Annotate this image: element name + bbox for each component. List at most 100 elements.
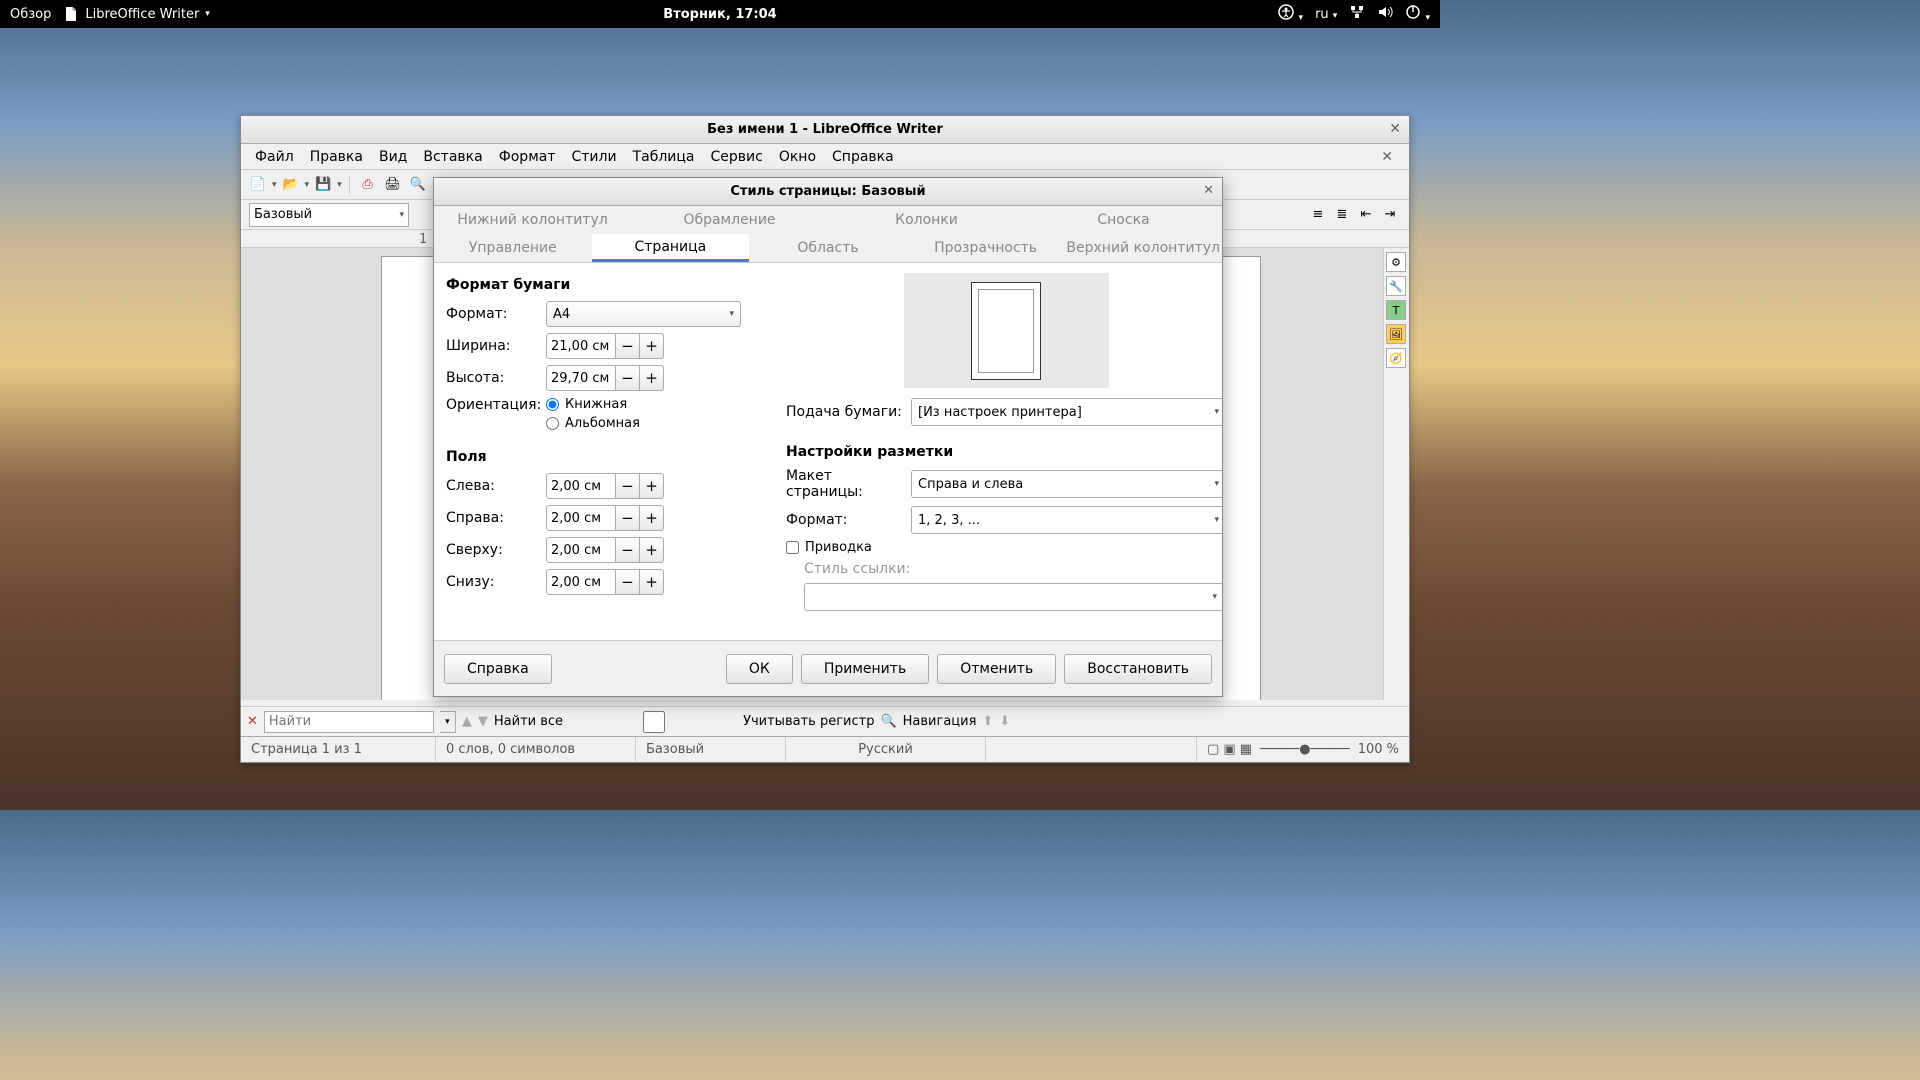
- status-words[interactable]: 0 слов, 0 символов: [436, 737, 636, 762]
- window-close-button[interactable]: ✕: [1389, 121, 1401, 137]
- list-icon[interactable]: ≡: [1307, 204, 1329, 226]
- power-icon[interactable]: ▾: [1405, 4, 1430, 24]
- window-titlebar[interactable]: Без имени 1 - LibreOffice Writer ✕: [241, 116, 1409, 144]
- print-icon[interactable]: 🖨: [382, 174, 404, 196]
- view-layout-icons[interactable]: ▢ ▣ ▦: [1207, 742, 1252, 757]
- landscape-radio[interactable]: Альбомная: [546, 416, 640, 431]
- paper-format-select[interactable]: A4▾: [546, 301, 741, 327]
- tab-transparency[interactable]: Прозрачность: [907, 234, 1065, 262]
- tab-area[interactable]: Область: [749, 234, 907, 262]
- status-style[interactable]: Базовый: [636, 737, 786, 762]
- width-plus[interactable]: +: [640, 333, 664, 359]
- height-plus[interactable]: +: [640, 365, 664, 391]
- tab-border[interactable]: Обрамление: [631, 206, 828, 234]
- volume-icon[interactable]: [1377, 4, 1393, 24]
- height-input[interactable]: [546, 365, 616, 391]
- sidebar-navigator-icon[interactable]: 🧭: [1386, 348, 1406, 368]
- page-layout-select[interactable]: Справа и слева▾: [911, 470, 1222, 498]
- app-menu[interactable]: LibreOffice Writer ▾: [63, 6, 209, 22]
- tab-footnote[interactable]: Сноска: [1025, 206, 1222, 234]
- document-close-button[interactable]: ✕: [1373, 145, 1401, 169]
- save-icon[interactable]: 💾: [312, 174, 334, 196]
- menu-service[interactable]: Сервис: [703, 145, 771, 169]
- margin-top-input[interactable]: [546, 537, 616, 563]
- clock[interactable]: Вторник, 17:04: [663, 7, 776, 22]
- pdf-export-icon[interactable]: ⎙: [357, 174, 379, 196]
- width-input[interactable]: [546, 333, 616, 359]
- status-page[interactable]: Страница 1 из 1: [241, 737, 436, 762]
- find-input[interactable]: [264, 711, 434, 733]
- sidebar-styles-icon[interactable]: T: [1386, 300, 1406, 320]
- tab-columns[interactable]: Колонки: [828, 206, 1025, 234]
- margin-right-plus[interactable]: +: [640, 505, 664, 531]
- nav-up-icon[interactable]: ⬆: [982, 714, 993, 729]
- number-format-select[interactable]: 1, 2, 3, ...▾: [911, 506, 1222, 534]
- cancel-button[interactable]: Отменить: [937, 654, 1056, 684]
- find-next-icon[interactable]: ▼: [478, 714, 488, 729]
- help-button[interactable]: Справка: [444, 654, 552, 684]
- print-preview-icon[interactable]: 🔍: [407, 174, 429, 196]
- apply-button[interactable]: Применить: [801, 654, 929, 684]
- status-lang[interactable]: Русский: [786, 737, 986, 762]
- margin-right-input[interactable]: [546, 505, 616, 531]
- zoom-slider[interactable]: ─────●─────: [1260, 742, 1350, 757]
- network-icon[interactable]: [1349, 4, 1365, 24]
- numbered-list-icon[interactable]: ≣: [1331, 204, 1353, 226]
- margin-left-input[interactable]: [546, 473, 616, 499]
- menu-edit[interactable]: Правка: [302, 145, 371, 169]
- zoom-value[interactable]: 100 %: [1358, 742, 1399, 757]
- open-icon[interactable]: 📂: [280, 174, 302, 196]
- ok-button[interactable]: ОК: [726, 654, 793, 684]
- dialog-tabs: Нижний колонтитул Обрамление Колонки Сно…: [434, 206, 1222, 263]
- find-history-dropdown[interactable]: ▾: [440, 711, 456, 733]
- sidebar-properties-icon[interactable]: 🔧: [1386, 276, 1406, 296]
- width-minus[interactable]: −: [616, 333, 640, 359]
- menu-help[interactable]: Справка: [824, 145, 902, 169]
- keyboard-layout[interactable]: ru ▾: [1315, 7, 1337, 22]
- find-all-button[interactable]: Найти все: [494, 714, 563, 729]
- margin-top-plus[interactable]: +: [640, 537, 664, 563]
- nav-down-icon[interactable]: ⬇: [999, 714, 1010, 729]
- reset-button[interactable]: Восстановить: [1064, 654, 1212, 684]
- margin-top-minus[interactable]: −: [616, 537, 640, 563]
- navigation-label: Навигация: [903, 714, 977, 729]
- register-true-checkbox[interactable]: Приводка: [786, 540, 1222, 555]
- dialog-title: Стиль страницы: Базовый: [730, 184, 925, 199]
- increase-indent-icon[interactable]: ⇥: [1379, 204, 1401, 226]
- accessibility-icon[interactable]: ▾: [1278, 4, 1303, 24]
- find-prev-icon[interactable]: ▲: [462, 714, 472, 729]
- nav-icon[interactable]: 🔍: [880, 714, 896, 729]
- tab-manage[interactable]: Управление: [434, 234, 592, 262]
- menu-view[interactable]: Вид: [371, 145, 415, 169]
- dialog-close-button[interactable]: ✕: [1203, 183, 1214, 198]
- tab-page[interactable]: Страница: [592, 234, 750, 262]
- paragraph-style-select[interactable]: Базовый▾: [249, 203, 409, 227]
- tab-header[interactable]: Верхний колонтитул: [1064, 234, 1222, 262]
- tab-footer[interactable]: Нижний колонтитул: [434, 206, 631, 234]
- new-doc-icon[interactable]: 📄: [247, 174, 269, 196]
- paper-tray-select[interactable]: [Из настроек принтера]▾: [911, 398, 1222, 426]
- menu-styles[interactable]: Стили: [564, 145, 625, 169]
- margin-bottom-input[interactable]: [546, 569, 616, 595]
- margin-right-minus[interactable]: −: [616, 505, 640, 531]
- margin-left-minus[interactable]: −: [616, 473, 640, 499]
- close-findbar-icon[interactable]: ✕: [247, 714, 258, 729]
- height-minus[interactable]: −: [616, 365, 640, 391]
- menu-format[interactable]: Формат: [491, 145, 564, 169]
- margin-left-plus[interactable]: +: [640, 473, 664, 499]
- sidebar-gallery-icon[interactable]: 🖼: [1386, 324, 1406, 344]
- activities-button[interactable]: Обзор: [10, 7, 51, 22]
- margin-bottom-plus[interactable]: +: [640, 569, 664, 595]
- match-case-checkbox[interactable]: Учитывать регистр: [569, 711, 874, 733]
- menu-table[interactable]: Таблица: [625, 145, 703, 169]
- menu-insert[interactable]: Вставка: [415, 145, 490, 169]
- menu-file[interactable]: Файл: [247, 145, 302, 169]
- margin-top-label: Сверху:: [446, 542, 546, 558]
- menu-window[interactable]: Окно: [771, 145, 824, 169]
- dialog-titlebar[interactable]: Стиль страницы: Базовый ✕: [434, 178, 1222, 206]
- margin-bottom-minus[interactable]: −: [616, 569, 640, 595]
- sidebar-settings-icon[interactable]: ⚙: [1386, 252, 1406, 272]
- decrease-indent-icon[interactable]: ⇤: [1355, 204, 1377, 226]
- portrait-radio[interactable]: Книжная: [546, 397, 640, 412]
- dialog-buttons: Справка ОК Применить Отменить Восстанови…: [434, 640, 1222, 696]
